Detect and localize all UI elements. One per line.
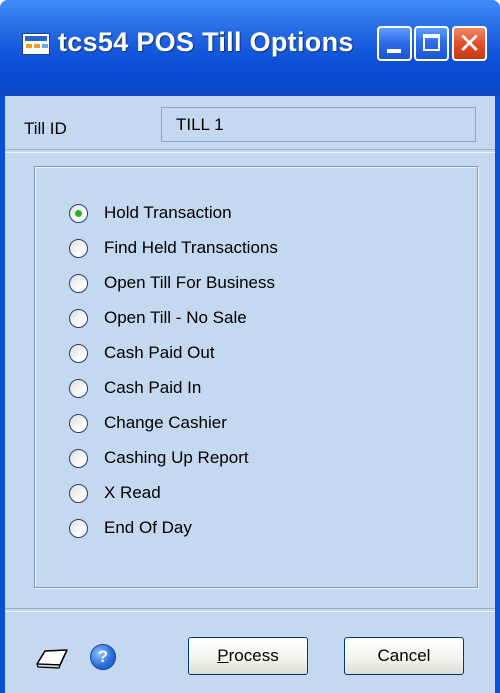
till-id-field: TILL 1 — [161, 107, 476, 142]
dialog-window: tcs54 POS Till Options ✕ Till ID TILL 1 … — [0, 0, 500, 693]
option-label: Cash Paid Out — [104, 343, 215, 362]
option-label: Open Till For Business — [104, 273, 276, 292]
option-hold-transaction[interactable]: Hold Transaction — [69, 198, 232, 228]
radio-button[interactable] — [69, 483, 88, 503]
option-find-held-transactions[interactable]: Find Held Transactions — [69, 233, 278, 263]
minimize-button[interactable] — [377, 26, 412, 61]
option-label: Cash Paid In — [104, 378, 202, 397]
radio-button[interactable] — [69, 378, 88, 398]
process-label: rocess — [228, 646, 279, 665]
divider — [5, 608, 495, 612]
radio-button[interactable] — [69, 308, 88, 328]
close-icon: ✕ — [457, 28, 482, 59]
radio-button[interactable] — [69, 413, 88, 433]
cancel-button[interactable]: Cancel — [344, 637, 464, 675]
radio-button[interactable] — [69, 203, 88, 223]
option-open-till-for-business[interactable]: Open Till For Business — [69, 268, 275, 298]
dialog-body: Till ID TILL 1 Hold Transaction Find Hel… — [5, 96, 495, 693]
maximize-icon — [423, 34, 440, 51]
option-label: Open Till - No Sale — [104, 308, 247, 327]
radio-button[interactable] — [69, 518, 88, 538]
option-cash-paid-in[interactable]: Cash Paid In — [69, 373, 201, 403]
radio-button[interactable] — [69, 273, 88, 293]
option-label: Change Cashier — [104, 413, 227, 432]
radio-button[interactable] — [69, 343, 88, 363]
option-cash-paid-out[interactable]: Cash Paid Out — [69, 338, 215, 368]
window-title: tcs54 POS Till Options — [58, 27, 354, 57]
options-group: Hold Transaction Find Held Transactions … — [34, 166, 478, 588]
option-end-of-day[interactable]: End Of Day — [69, 513, 192, 543]
help-icon[interactable]: ? — [90, 644, 116, 670]
option-change-cashier[interactable]: Change Cashier — [69, 408, 227, 438]
process-button[interactable]: Process — [188, 637, 308, 675]
minimize-icon — [387, 49, 401, 53]
radio-button[interactable] — [69, 448, 88, 468]
title-bar[interactable]: tcs54 POS Till Options ✕ — [0, 0, 500, 96]
option-cashing-up-report[interactable]: Cashing Up Report — [69, 443, 249, 473]
process-mnemonic: P — [217, 646, 229, 665]
radio-button[interactable] — [69, 238, 88, 258]
divider — [5, 149, 495, 153]
option-label: Find Held Transactions — [104, 238, 278, 257]
option-x-read[interactable]: X Read — [69, 478, 161, 508]
app-icon — [22, 33, 50, 55]
option-label: X Read — [104, 483, 161, 502]
maximize-button[interactable] — [414, 26, 449, 61]
note-icon[interactable] — [35, 646, 69, 670]
option-label: Hold Transaction — [104, 203, 232, 222]
option-label: End Of Day — [104, 518, 192, 537]
close-button[interactable]: ✕ — [452, 26, 487, 61]
option-open-till-no-sale[interactable]: Open Till - No Sale — [69, 303, 247, 333]
till-id-label: Till ID — [24, 119, 67, 138]
option-label: Cashing Up Report — [104, 448, 249, 467]
